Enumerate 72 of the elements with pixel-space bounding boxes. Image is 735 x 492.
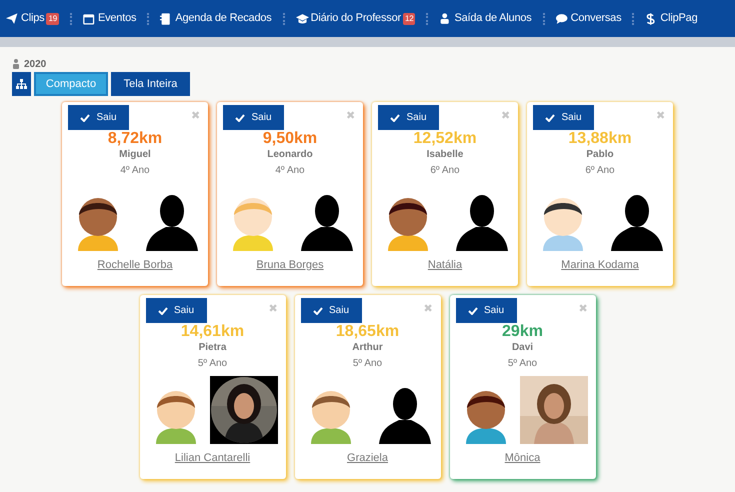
nav-label: Diário do Professor <box>310 11 401 26</box>
grade-label: 5º Ano <box>508 358 538 370</box>
distance-label: 14,61km <box>180 323 244 341</box>
distance-label: 18,65km <box>336 323 400 341</box>
grade-label: 4º Ano <box>120 165 150 177</box>
silhouette-icon <box>609 193 665 251</box>
checkmark-icon <box>235 114 246 122</box>
guardian-link[interactable]: Marina Kodama <box>561 257 639 274</box>
student-name: Davi <box>512 341 534 355</box>
checkmark-icon <box>158 306 168 314</box>
nav-label: ClipPag <box>660 11 698 26</box>
silhouette-icon <box>144 193 200 251</box>
graduation-cap-icon <box>296 12 309 24</box>
student-name: Leonardo <box>267 148 313 162</box>
left-button[interactable]: Saiu <box>223 105 284 130</box>
checkmark-icon <box>312 306 323 314</box>
distance-label: 8,72km <box>108 130 162 148</box>
distance-label: 29km <box>502 323 543 341</box>
left-button[interactable]: Saiu <box>146 298 206 323</box>
distance-label: 9,50km <box>262 130 318 148</box>
nav-link[interactable]: Clips 19 <box>6 10 59 27</box>
grade-label: 5º Ano <box>198 358 228 370</box>
guardian-link[interactable]: Lilian Cantarelli <box>174 450 250 466</box>
guardian-link[interactable]: Mônica <box>504 450 540 466</box>
checkmark-icon <box>390 114 400 122</box>
nav-link[interactable]: ClipPag <box>645 10 698 27</box>
guardian-link[interactable]: Bruna Borges <box>256 257 324 274</box>
left-button[interactable]: Saiu <box>300 298 362 323</box>
nav-link[interactable]: Diário do Professor 12 <box>296 10 416 27</box>
hierarchy-button[interactable] <box>12 72 31 96</box>
chat-bubble-icon <box>556 12 569 24</box>
guardian-link[interactable]: Graziela <box>347 450 388 466</box>
student-name: Isabelle <box>426 148 464 162</box>
student-name: Pablo <box>586 148 614 162</box>
grade-label: 4º Ano <box>275 165 305 177</box>
nav-link[interactable]: Agenda de Recados <box>160 10 272 27</box>
guardian-link[interactable]: Natália <box>428 257 462 274</box>
checkmark-icon <box>468 306 478 314</box>
nav-label: Agenda de Recados <box>175 11 272 26</box>
grade-label: 6º Ano <box>585 165 615 177</box>
paper-plane-icon <box>6 12 19 24</box>
left-button[interactable]: Saiu <box>68 105 129 130</box>
calendar-icon <box>82 12 96 24</box>
student-name: Miguel <box>119 148 151 162</box>
silhouette-icon <box>299 193 355 251</box>
year-label: 2020 <box>24 58 46 72</box>
checkmark-icon <box>80 114 90 122</box>
silhouette-icon <box>376 386 432 444</box>
nav-label: Saída de Alunos <box>454 11 532 26</box>
left-button[interactable]: Saiu <box>533 105 594 130</box>
grade-label: 5º Ano <box>352 358 382 370</box>
nav-label: Eventos <box>98 11 136 26</box>
grade-label: 6º Ano <box>430 165 460 177</box>
nav-link[interactable]: Eventos <box>82 10 136 27</box>
student-name: Pietra <box>198 341 226 355</box>
nav-label: Clips <box>21 11 44 26</box>
count-badge: 12 <box>402 12 416 24</box>
nav-label: Conversas <box>570 11 622 26</box>
silhouette-icon <box>454 193 510 251</box>
left-button[interactable]: Saiu <box>378 105 439 130</box>
nav-link[interactable]: Saída de Alunos <box>439 10 532 27</box>
nav-link[interactable]: Conversas <box>556 10 622 27</box>
distance-label: 12,52km <box>413 130 477 148</box>
sitemap-icon <box>16 79 27 89</box>
person-icon <box>12 59 20 69</box>
distance-label: 13,88km <box>568 130 632 148</box>
left-button[interactable]: Saiu <box>456 298 516 323</box>
student-name: Arthur <box>352 341 383 355</box>
view-tab[interactable]: Tela Inteira <box>111 72 190 96</box>
count-badge: 19 <box>46 12 59 24</box>
checkmark-icon <box>545 114 556 122</box>
guardian-link[interactable]: Rochelle Borba <box>97 257 173 274</box>
